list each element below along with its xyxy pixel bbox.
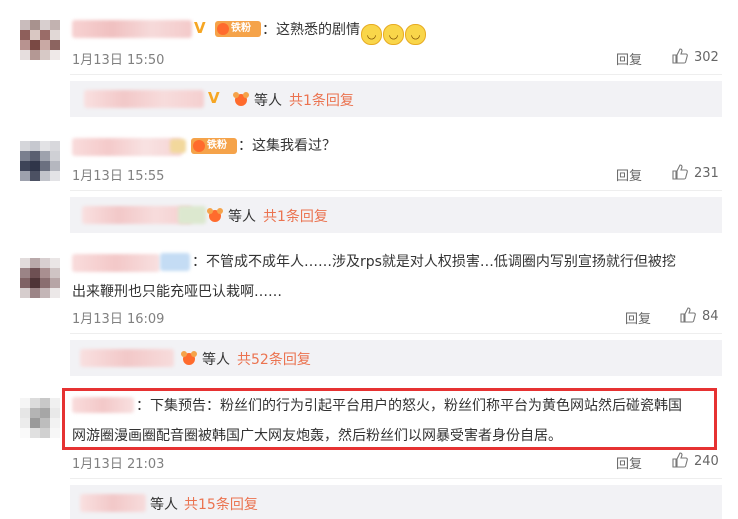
like-button[interactable]: 240 [672,452,719,469]
replies-box: V 等人 共1条回复 [70,81,722,117]
reply-count-link[interactable]: 共1条回复 [263,206,328,226]
reply-etc-label: 等人 [254,93,282,109]
like-button[interactable]: 84 [680,307,719,324]
comment-item: 铁粉 ：这集我看过？ 1月13日 15:55 回复 231 等人 共1条回复 [0,124,738,240]
reply-button[interactable]: 回复 [625,308,651,327]
reply-username-blurred [82,206,192,224]
replies-box: 等人 共15条回复 [70,485,722,519]
smile-emoji-icon: ◡ [405,24,426,45]
reply-button[interactable]: 回复 [616,49,642,68]
username-blurred[interactable] [170,139,186,153]
reply-etc-label: 等人 [228,209,256,225]
reply-etc-label: 等人 [150,497,178,513]
avatar[interactable] [20,398,60,438]
smile-emoji-icon: ◡ [361,24,382,45]
divider [70,478,722,479]
smile-emoji-icon: ◡ [383,24,404,45]
username-blurred[interactable] [160,253,190,271]
comment-text: ：这熟悉的剧情 ◡ ◡ ◡ [262,14,426,46]
comment-time: 1月13日 21:03 [72,457,165,472]
replies-box: 等人 共1条回复 [70,197,722,233]
comment-item: ：不管成不成年人……涉及rps就是对人权损害…低调圈内写别宣扬就行但被挖 出来鞭… [0,240,738,380]
reply-count-link[interactable]: 共15条回复 [184,494,258,514]
divider [70,333,722,334]
verified-v-icon: V [194,19,206,37]
reply-count-link[interactable]: 共1条回复 [289,90,354,110]
comment-text-line2: 出来鞭刑也只能充哑巴认栽啊…… [72,284,282,300]
fan-badge: 铁粉 [215,21,261,37]
comment-item: V 铁粉 ：这熟悉的剧情 ◡ ◡ ◡ 1月13日 15:50 回复 302 V 等人 … [0,0,738,124]
comment-text: ：这集我看过？ [238,138,336,154]
verified-v-icon: V [208,89,220,107]
fan-badge-icon [180,350,198,366]
like-button[interactable]: 231 [672,164,719,181]
fan-badge: 铁粉 [191,138,237,154]
divider [70,74,722,75]
reply-username-blurred [80,349,174,367]
thumbs-up-icon [672,164,688,180]
reply-button[interactable]: 回复 [616,453,642,472]
fan-badge-icon [232,91,250,107]
comment-time: 1月13日 15:50 [72,53,165,68]
highlight-box [62,388,717,450]
thumbs-up-icon [672,48,688,64]
username-blurred[interactable] [72,138,182,156]
reply-button[interactable]: 回复 [616,165,642,184]
divider [70,190,722,191]
avatar[interactable] [20,20,60,60]
reply-count-link[interactable]: 共52条回复 [237,349,311,369]
avatar[interactable] [20,141,60,181]
fan-badge-icon [206,207,224,223]
avatar[interactable] [20,258,60,298]
username-blurred[interactable] [72,254,160,272]
username-blurred[interactable] [72,20,192,38]
comment-time: 1月13日 15:55 [72,169,165,184]
like-button[interactable]: 302 [672,48,719,65]
reply-etc-label: 等人 [202,352,230,368]
comment-time: 1月13日 16:09 [72,312,165,327]
reply-username-blurred [80,494,146,512]
reply-username-blurred [178,206,206,224]
thumbs-up-icon [672,452,688,468]
replies-box: 等人 共52条回复 [70,340,722,376]
reply-username-blurred [84,90,204,108]
comment-text: ：不管成不成年人……涉及rps就是对人权损害…低调圈内写别宣扬就行但被挖 [192,254,676,270]
thumbs-up-icon [680,307,696,323]
